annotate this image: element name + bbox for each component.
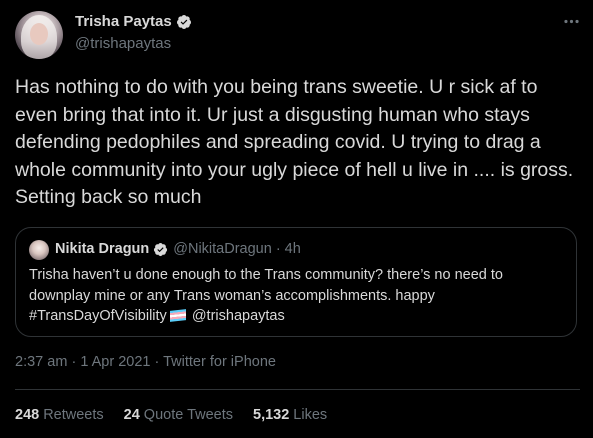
tweet-source[interactable]: Twitter for iPhone	[163, 354, 276, 370]
author-handle[interactable]: @trishapaytas	[75, 35, 171, 52]
quoted-author-avatar[interactable]	[29, 240, 49, 260]
quoted-author-handle: @NikitaDragun	[173, 241, 272, 257]
meta-separator: ·	[71, 354, 77, 370]
tweet-date[interactable]: 1 Apr 2021	[80, 354, 150, 370]
quote-tweets-label: Quote Tweets	[143, 407, 233, 423]
author-name[interactable]: Trisha Paytas	[75, 13, 172, 30]
author-name-row[interactable]: Trisha Paytas	[75, 13, 192, 30]
verified-badge-icon	[153, 242, 168, 257]
verified-badge-icon	[176, 14, 192, 30]
quote-tweets-count: 24	[123, 407, 140, 423]
quoted-tweet-text: Trisha haven’t u done enough to the Tran…	[29, 265, 564, 327]
retweets-label: Retweets	[43, 407, 104, 423]
retweets-stat[interactable]: 248 Retweets	[15, 407, 104, 423]
tweet-time[interactable]: 2:37 am	[15, 354, 67, 370]
avatar-face	[30, 23, 48, 45]
quoted-author-row: Nikita Dragun @NikitaDragun · 4h	[55, 241, 301, 257]
transgender-flag-icon	[169, 309, 186, 322]
divider	[15, 389, 580, 390]
quote-tweets-stat[interactable]: 24 Quote Tweets	[124, 407, 233, 423]
author-avatar[interactable]	[15, 11, 63, 59]
quoted-mention[interactable]: @trishapaytas	[192, 308, 285, 324]
likes-stat[interactable]: 5,132 Likes	[253, 407, 327, 423]
tweet-text: Has nothing to do with you being trans s…	[15, 76, 574, 208]
retweets-count: 248	[15, 407, 40, 423]
quoted-author-name: Nikita Dragun	[55, 241, 150, 257]
engagement-stats: 248 Retweets 24 Quote Tweets 5,132 Likes	[15, 407, 347, 423]
more-horizontal-icon[interactable]	[560, 10, 582, 32]
tweet: Trisha Paytas @trishapaytas Has nothing …	[0, 0, 593, 438]
likes-label: Likes	[293, 407, 328, 423]
quoted-time[interactable]: 4h	[285, 241, 301, 257]
quoted-separator: ·	[275, 241, 281, 257]
quoted-tweet[interactable]: Nikita Dragun @NikitaDragun · 4h Trisha …	[15, 227, 577, 337]
tweet-meta: 2:37 am · 1 Apr 2021 · Twitter for iPhon…	[15, 354, 276, 370]
meta-separator: ·	[154, 354, 160, 370]
likes-count: 5,132	[253, 407, 290, 423]
